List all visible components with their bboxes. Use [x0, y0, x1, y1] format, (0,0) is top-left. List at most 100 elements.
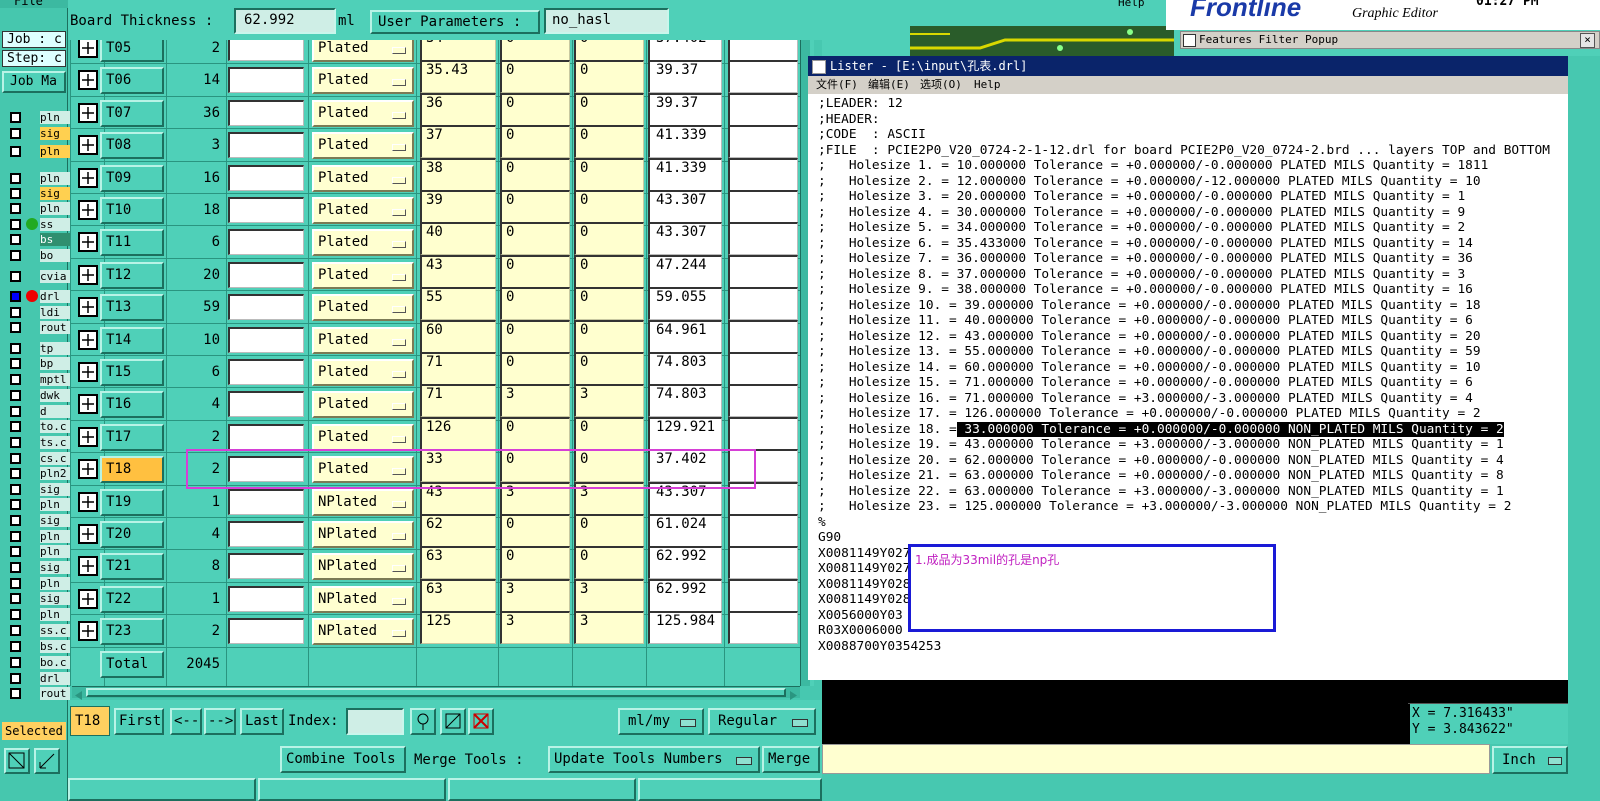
- layer-row[interactable]: pln: [4, 111, 70, 124]
- minus-tol-input[interactable]: 3: [574, 611, 644, 645]
- finish-size-input[interactable]: [228, 423, 304, 450]
- tool-name-button[interactable]: T21: [100, 553, 164, 581]
- expand-button[interactable]: [78, 329, 98, 350]
- bottom-button-2[interactable]: [258, 778, 446, 801]
- layer-row[interactable]: bo.c: [4, 656, 70, 669]
- plating-select[interactable]: Plated: [312, 326, 414, 354]
- final-size-input[interactable]: 62.992: [648, 578, 722, 612]
- layer-checkbox[interactable]: [10, 128, 21, 139]
- drill-size-input[interactable]: 38: [420, 157, 496, 191]
- expand-button[interactable]: [78, 426, 98, 447]
- layer-checkbox[interactable]: [10, 593, 21, 604]
- layer-row[interactable]: to.c: [4, 420, 70, 433]
- graphics-canvas[interactable]: [822, 680, 1408, 744]
- drill-size-input[interactable]: 60: [420, 319, 496, 353]
- layer-row[interactable]: pln2: [4, 467, 70, 480]
- plating-select[interactable]: Plated: [312, 294, 414, 322]
- layer-row[interactable]: rout: [4, 321, 70, 334]
- drill-size-input[interactable]: 34: [420, 40, 496, 61]
- tool-name-button[interactable]: T14: [100, 326, 164, 354]
- layer-checkbox[interactable]: [10, 484, 21, 495]
- layer-checkbox[interactable]: [10, 390, 21, 401]
- command-line[interactable]: [822, 744, 1490, 774]
- layer-row[interactable]: bp: [4, 357, 70, 370]
- drill-size-input[interactable]: 39: [420, 190, 496, 223]
- final-size-input[interactable]: 74.803: [648, 352, 722, 385]
- plating-select[interactable]: NPlated: [312, 585, 414, 613]
- minus-tol-input[interactable]: 0: [574, 190, 644, 223]
- plus-tol-input[interactable]: 0: [500, 254, 570, 288]
- finish-size-input[interactable]: [228, 197, 304, 223]
- extra-input[interactable]: [728, 416, 798, 450]
- plus-tol-input[interactable]: 0: [500, 352, 570, 385]
- layer-row[interactable]: cvia: [4, 270, 70, 283]
- finish-size-input[interactable]: [228, 164, 304, 191]
- mode-select[interactable]: Regular: [708, 708, 816, 735]
- extra-input[interactable]: [728, 60, 798, 94]
- drill-size-input[interactable]: 37: [420, 125, 496, 159]
- popup-checkbox-icon[interactable]: [1183, 34, 1196, 47]
- layer-row[interactable]: ss.c: [4, 624, 70, 637]
- last-button[interactable]: Last: [240, 708, 284, 735]
- minus-tol-input[interactable]: 3: [574, 578, 644, 612]
- final-size-input[interactable]: 62.992: [648, 546, 722, 580]
- layer-row[interactable]: sig: [4, 592, 70, 605]
- help-menu[interactable]: Help: [1118, 0, 1145, 9]
- layer-checkbox[interactable]: [10, 406, 21, 417]
- plus-tol-input[interactable]: 0: [500, 60, 570, 94]
- plus-tol-input[interactable]: 3: [500, 384, 570, 418]
- extra-input[interactable]: [728, 578, 798, 612]
- expand-button[interactable]: [78, 459, 98, 480]
- tool-name-button[interactable]: T17: [100, 423, 164, 451]
- final-size-input[interactable]: 41.339: [648, 125, 722, 159]
- layer-checkbox[interactable]: [10, 657, 21, 668]
- minus-tol-input[interactable]: 0: [574, 157, 644, 191]
- minus-tol-input[interactable]: 0: [574, 125, 644, 159]
- plating-select[interactable]: Plated: [312, 423, 414, 451]
- layer-checkbox[interactable]: [10, 112, 21, 123]
- extra-input[interactable]: [728, 319, 798, 353]
- plus-tol-input[interactable]: 0: [500, 416, 570, 450]
- plus-tol-input[interactable]: 0: [500, 125, 570, 159]
- final-size-input[interactable]: 43.307: [648, 190, 722, 223]
- expand-button[interactable]: [78, 40, 98, 58]
- finish-size-input[interactable]: [228, 521, 304, 547]
- final-size-input[interactable]: 41.339: [648, 157, 722, 191]
- tool-name-button[interactable]: T16: [100, 391, 164, 419]
- layer-checkbox[interactable]: [10, 203, 21, 214]
- plating-select[interactable]: Plated: [312, 359, 414, 386]
- layer-row[interactable]: rout: [4, 687, 70, 700]
- layer-row[interactable]: ts.c: [4, 436, 70, 449]
- finish-size-input[interactable]: [228, 132, 304, 159]
- layer-row[interactable]: sig: [4, 514, 70, 527]
- layer-checkbox[interactable]: [10, 358, 21, 369]
- extra-input[interactable]: [728, 92, 798, 126]
- expand-button[interactable]: [78, 232, 98, 253]
- final-size-input[interactable]: 47.244: [648, 254, 722, 288]
- final-size-input[interactable]: 37.402: [648, 40, 722, 61]
- tool-name-button[interactable]: T09: [100, 164, 164, 192]
- minus-tol-input[interactable]: 0: [574, 60, 644, 94]
- expand-button[interactable]: [78, 135, 98, 156]
- plus-tol-input[interactable]: 0: [500, 40, 570, 61]
- layer-checkbox[interactable]: [10, 625, 21, 636]
- expand-button[interactable]: [78, 491, 98, 512]
- tool-name-button[interactable]: T20: [100, 521, 164, 548]
- table-horizontal-scrollbar[interactable]: [72, 686, 800, 700]
- plus-tol-input[interactable]: 3: [500, 578, 570, 612]
- layer-row[interactable]: pln: [4, 202, 70, 215]
- next-button[interactable]: -->: [204, 708, 236, 735]
- layer-checkbox[interactable]: [10, 546, 21, 557]
- layer-checkbox[interactable]: [10, 374, 21, 385]
- bottom-button-1[interactable]: [68, 778, 256, 801]
- final-size-input[interactable]: 74.803: [648, 384, 722, 418]
- finish-size-input[interactable]: [228, 488, 304, 515]
- layer-row[interactable]: ss: [4, 218, 70, 231]
- layer-row[interactable]: pln: [4, 530, 70, 543]
- tool-name-button[interactable]: T06: [100, 67, 164, 95]
- minus-tol-input[interactable]: 0: [574, 254, 644, 288]
- layer-checkbox[interactable]: [10, 688, 21, 699]
- plating-select[interactable]: Plated: [312, 99, 414, 127]
- layer-row[interactable]: pln: [4, 545, 70, 558]
- layer-checkbox[interactable]: [10, 188, 21, 199]
